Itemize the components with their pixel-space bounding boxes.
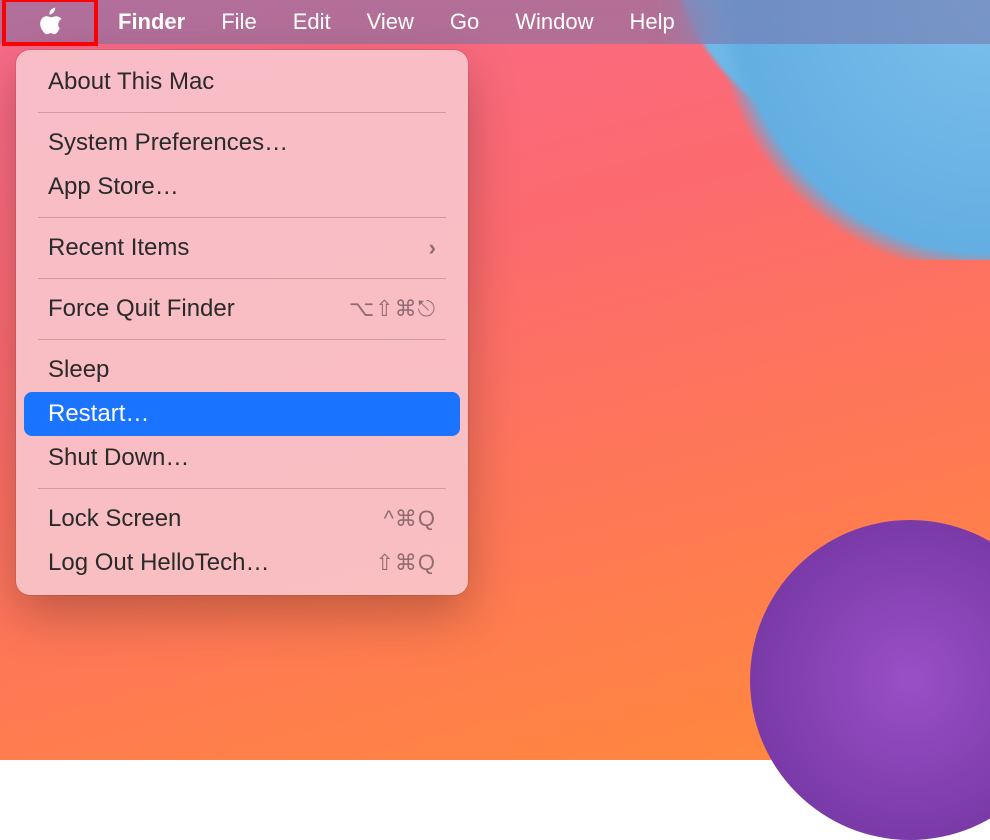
menu-item-label: App Store… xyxy=(48,173,179,201)
menu-shortcut: ⇧⌘Q xyxy=(375,550,436,576)
menubar-item-view[interactable]: View xyxy=(349,0,432,44)
menubar-item-help[interactable]: Help xyxy=(612,0,693,44)
menu-item-recent-items[interactable]: Recent Items › xyxy=(24,226,460,270)
menu-separator xyxy=(38,112,446,113)
apple-menu-dropdown: About This Mac System Preferences… App S… xyxy=(16,50,468,595)
menubar-item-window[interactable]: Window xyxy=(497,0,611,44)
menu-item-label: Restart… xyxy=(48,400,149,428)
menu-item-log-out[interactable]: Log Out HelloTech… ⇧⌘Q xyxy=(24,541,460,585)
menubar-item-go[interactable]: Go xyxy=(432,0,497,44)
menu-item-label: Force Quit Finder xyxy=(48,295,235,323)
apple-logo-icon xyxy=(37,7,63,37)
menu-item-label: Recent Items xyxy=(48,234,189,262)
menubar-app-name[interactable]: Finder xyxy=(100,0,203,44)
menu-shortcut: ⌥⇧⌘⎋ xyxy=(349,296,436,322)
menu-item-label: Shut Down… xyxy=(48,444,189,472)
menu-shortcut: ^⌘Q xyxy=(384,506,436,532)
menu-item-label: Lock Screen xyxy=(48,505,181,533)
menu-separator xyxy=(38,488,446,489)
menu-item-restart[interactable]: Restart… xyxy=(24,392,460,436)
menu-separator xyxy=(38,217,446,218)
menubar-item-file[interactable]: File xyxy=(203,0,274,44)
menu-separator xyxy=(38,339,446,340)
menu-item-shut-down[interactable]: Shut Down… xyxy=(24,436,460,480)
menu-separator xyxy=(38,278,446,279)
menu-item-about-this-mac[interactable]: About This Mac xyxy=(24,60,460,104)
menu-item-label: Sleep xyxy=(48,356,109,384)
menubar-item-edit[interactable]: Edit xyxy=(275,0,349,44)
menu-item-label: Log Out HelloTech… xyxy=(48,549,269,577)
menu-item-lock-screen[interactable]: Lock Screen ^⌘Q xyxy=(24,497,460,541)
apple-menu-button[interactable] xyxy=(0,0,100,44)
menu-item-label: System Preferences… xyxy=(48,129,288,157)
menu-item-system-preferences[interactable]: System Preferences… xyxy=(24,121,460,165)
menu-item-sleep[interactable]: Sleep xyxy=(24,348,460,392)
menu-item-label: About This Mac xyxy=(48,68,214,96)
menu-item-force-quit[interactable]: Force Quit Finder ⌥⇧⌘⎋ xyxy=(24,287,460,331)
chevron-right-icon: › xyxy=(429,235,436,261)
menubar: Finder File Edit View Go Window Help xyxy=(0,0,990,44)
menu-item-app-store[interactable]: App Store… xyxy=(24,165,460,209)
